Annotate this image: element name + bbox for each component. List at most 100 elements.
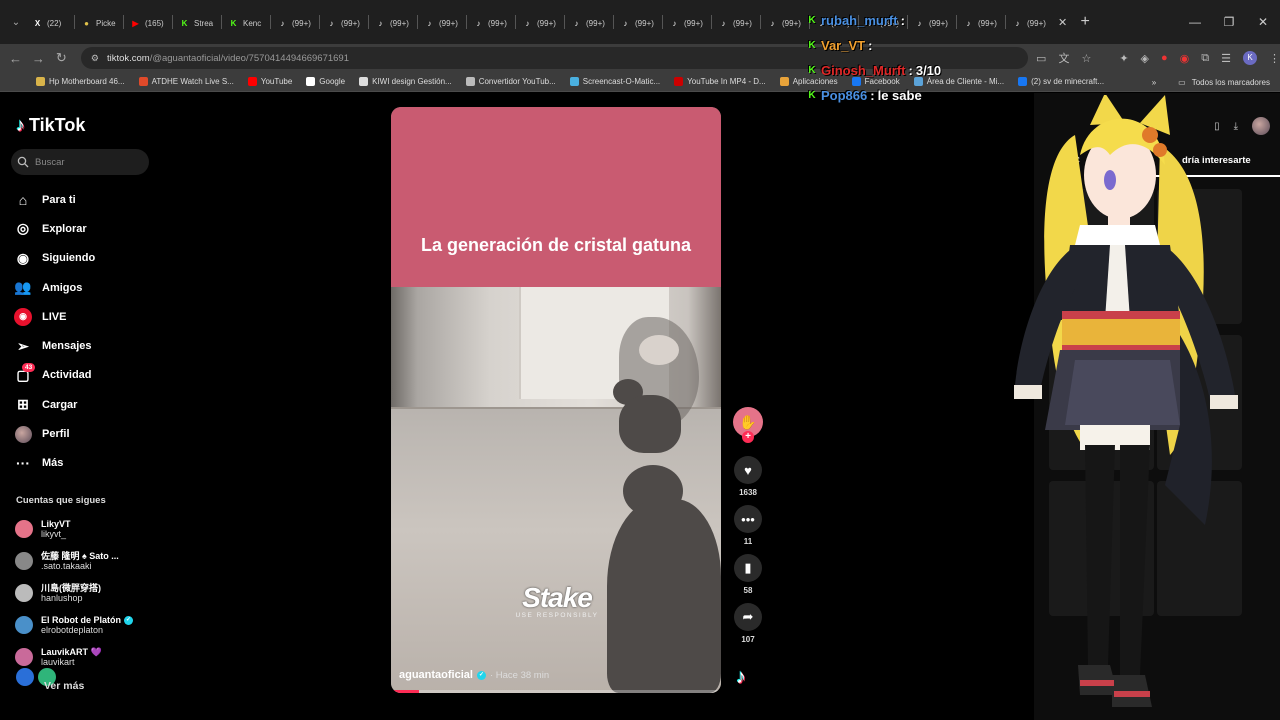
browser-tab[interactable]: ♪ (99+)	[320, 9, 368, 37]
account-display-name-row: El Robot de Platón ✓	[41, 615, 133, 626]
extension-icon[interactable]: ◉	[1180, 52, 1190, 65]
extension-icon[interactable]: ●	[1161, 52, 1168, 64]
all-bookmarks-link[interactable]: Todos los marcadores	[1192, 78, 1270, 87]
nav-item[interactable]: ➢ Mensajes	[14, 331, 95, 360]
video-player[interactable]: La generación de cristal gatuna Stake US…	[391, 107, 721, 693]
kebab-menu-icon[interactable]: ⋮	[1269, 52, 1280, 65]
reload-icon[interactable]: ↻	[50, 50, 73, 66]
new-tab-button[interactable]: +	[1071, 13, 1099, 31]
messages-icon: ➢	[17, 337, 29, 354]
widget-icon[interactable]	[16, 668, 34, 686]
wave-hand-icon: ✋	[739, 413, 757, 430]
following-account[interactable]: El Robot de Platón ✓ elrobotdeplaton	[15, 609, 133, 641]
nav-item[interactable]: ⌂ Para ti	[14, 185, 95, 214]
bookmark-label: YouTube	[260, 77, 293, 86]
bookmark-item[interactable]: Hp Motherboard 46...	[36, 77, 125, 86]
browser-tab[interactable]: ♪ (99+)	[565, 9, 613, 37]
see-more-link[interactable]: Ver más	[44, 680, 84, 692]
browser-tab[interactable]: ♪ (99+)	[614, 9, 662, 37]
cast-icon[interactable]: ▭	[1036, 52, 1046, 65]
comment-icon[interactable]: •••	[734, 505, 762, 533]
reading-list-icon[interactable]: ☰	[1221, 52, 1231, 65]
browser-tab[interactable]: ♪ (99+)	[271, 9, 319, 37]
browser-tab[interactable]: ♪ (99+)	[418, 9, 466, 37]
nav-label: LIVE	[42, 310, 67, 323]
share-icon[interactable]: ➦	[734, 603, 762, 631]
nav-item[interactable]: ◎ Explorar	[14, 214, 95, 243]
account-display-name-row: LikyVT	[41, 519, 71, 529]
close-tab-icon[interactable]: ✕	[1054, 16, 1071, 29]
nav-item[interactable]: 👥 Amigos	[14, 273, 95, 302]
browser-tab[interactable]: ♪ (99+)	[663, 9, 711, 37]
site-info-icon[interactable]: ⚙	[91, 53, 99, 64]
bookmark-item[interactable]: KIWI design Gestión...	[359, 77, 452, 86]
following-account[interactable]: 佐藤 隆明 ♠ Sato ... .sato.takaaki	[15, 545, 133, 577]
extension-icon[interactable]: ◈	[1141, 52, 1149, 65]
bookmark-item[interactable]: YouTube	[247, 77, 293, 86]
browser-tab[interactable]: ♪ (99+)	[467, 9, 515, 37]
browser-tab-label: (99+)	[586, 18, 605, 28]
author-handle[interactable]: aguantaoficial	[399, 669, 473, 681]
translate-icon[interactable]: 文	[1058, 50, 1069, 66]
video-caption: La generación de cristal gatuna	[420, 234, 692, 255]
chevron-double-right-icon[interactable]: »	[1152, 78, 1156, 87]
extension-icon[interactable]: ✦	[1119, 52, 1128, 65]
nav-item[interactable]: Perfil	[14, 419, 95, 448]
tiktok-sound-icon[interactable]: ♪	[736, 666, 746, 689]
heart-icon[interactable]: ♥	[734, 456, 762, 484]
browser-tab[interactable]: X (22)	[26, 9, 74, 37]
profile-avatar[interactable]: K	[1243, 51, 1257, 65]
browser-tab[interactable]: K Kenc	[222, 9, 270, 37]
tiktok-logo[interactable]: ♪ TikTok	[16, 115, 85, 136]
browser-tab[interactable]: ▶ (165)	[124, 9, 172, 37]
account-username: likyvt_	[41, 529, 67, 539]
bookmark-favicon-icon	[359, 77, 369, 86]
bookmark-item[interactable]: ATDHE Watch Live S...	[138, 77, 234, 86]
bookmark-item[interactable]: Screencast-O-Matic...	[569, 77, 660, 86]
bookmark-item[interactable]: Convertidor YouTub...	[465, 77, 556, 86]
browser-tab[interactable]: ♪ (99+)	[761, 9, 809, 37]
folder-icon: ▭	[1178, 77, 1186, 87]
browser-tab[interactable]: ♪ (99+)	[516, 9, 564, 37]
bookmark-icon[interactable]: ▮	[734, 554, 762, 582]
restore-icon[interactable]: ❐	[1212, 15, 1246, 29]
home-icon: ⌂	[18, 191, 28, 208]
nav-item[interactable]: ⊞ Cargar	[14, 390, 95, 419]
bookmark-star-icon[interactable]: ☆	[1081, 52, 1091, 65]
nav-item[interactable]: ▢ 43 Actividad	[14, 361, 95, 390]
bookmark-item[interactable]: (2) sv de minecraft...	[1018, 77, 1104, 86]
avatar	[15, 552, 33, 570]
browser-tab-label: (99+)	[292, 18, 311, 28]
comment-action: ••• 11	[732, 505, 764, 546]
browser-tab[interactable]: ● Picke	[75, 9, 123, 37]
search-box[interactable]	[11, 149, 149, 175]
video-author[interactable]: aguantaoficial ✓ · Hace 38 min	[399, 669, 549, 681]
browser-tab[interactable]: ♪ (99+)	[369, 9, 417, 37]
kick-badge-icon: K	[808, 65, 816, 76]
extensions-puzzle-icon[interactable]: ⧉	[1201, 52, 1209, 65]
minimize-icon[interactable]: —	[1178, 15, 1212, 29]
bookmark-item[interactable]: Google	[306, 77, 345, 86]
verified-icon: ✓	[476, 670, 486, 680]
browser-tab[interactable]: ♪ (99+)	[712, 9, 760, 37]
following-account[interactable]: LikyVT likyvt_	[15, 513, 133, 545]
nav-item[interactable]: ··· Más	[14, 449, 95, 478]
nav-item[interactable]: ◉ Siguiendo	[14, 244, 95, 273]
follow-plus-icon[interactable]: +	[742, 431, 754, 443]
bookmark-favicon-icon	[779, 77, 789, 86]
browser-tab[interactable]: K Strea	[173, 9, 221, 37]
tab-search-chevron-icon[interactable]: ⌄	[6, 17, 26, 28]
following-account[interactable]: 川島(微胖穿搭) hanlushop	[15, 577, 133, 609]
chat-separator: :	[908, 63, 913, 78]
back-icon[interactable]: ←	[4, 51, 27, 66]
forward-icon[interactable]: →	[27, 51, 50, 66]
bookmark-item[interactable]: YouTube In MP4 - D...	[674, 77, 766, 86]
browser-tab-label: (99+)	[537, 18, 556, 28]
video-progress-bar[interactable]	[391, 690, 721, 693]
nav-item[interactable]: ◉ LIVE	[14, 302, 95, 331]
close-window-icon[interactable]: ✕	[1246, 15, 1280, 29]
toolbar-extensions: ▭ 文 ☆ ✦ ◈ ● ◉ ⧉ ☰ K ⋮	[1036, 50, 1280, 66]
creator-avatar[interactable]: ✋ +	[733, 407, 763, 443]
search-input[interactable]	[35, 156, 135, 168]
tiktok-icon: ♪	[476, 18, 481, 28]
